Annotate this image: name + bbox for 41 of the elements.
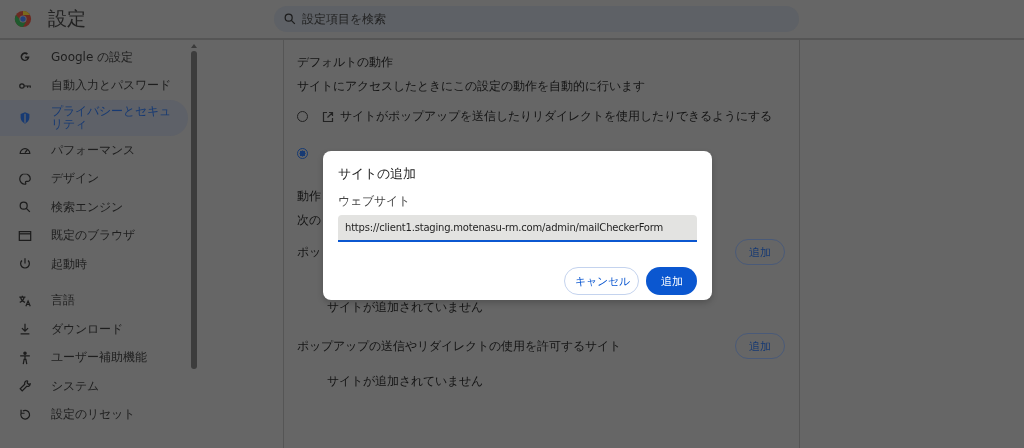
- dialog-title: サイトの追加: [338, 165, 417, 183]
- sidebar-item[interactable]: ユーザー補助機能: [0, 343, 188, 372]
- sidebar-item[interactable]: 起動時: [0, 250, 188, 279]
- external-link-icon: [322, 110, 334, 123]
- sidebar-item[interactable]: 設定のリセット: [0, 400, 188, 429]
- section-heading: 動作: [297, 187, 321, 205]
- sidebar-item[interactable]: システム: [0, 372, 188, 401]
- power-icon: [18, 257, 32, 272]
- sidebar-item[interactable]: 検索エンジン: [0, 193, 188, 222]
- list-title: ポップアップの送信やリダイレクトの使用を許可するサイト: [297, 337, 621, 355]
- scroll-up-icon[interactable]: [191, 44, 197, 48]
- sidebar-item[interactable]: 言語: [0, 286, 188, 315]
- option-label: サイトがポップアップを送信したりリダイレクトを使用したりできるようにする: [340, 108, 772, 125]
- shield-icon: [18, 111, 32, 125]
- sidebar-item[interactable]: 既定のブラウザ: [0, 221, 188, 250]
- section-heading: デフォルトの動作: [297, 53, 394, 71]
- cancel-button[interactable]: キャンセル: [564, 267, 639, 295]
- section-description: サイトにアクセスしたときにこの設定の動作を自動的に行います: [297, 77, 646, 95]
- field-label: ウェブサイト: [338, 193, 411, 210]
- website-field[interactable]: https://client1.staging.motenasu-rm.com/admin/mailCheckerForm: [338, 215, 697, 242]
- search-icon: [283, 12, 297, 26]
- palette-icon: [18, 171, 32, 186]
- section-description: 次の: [297, 211, 321, 229]
- empty-message: サイトが追加されていません: [327, 298, 483, 316]
- empty-message: サイトが追加されていません: [327, 372, 483, 390]
- list-title: ポッ: [297, 243, 321, 261]
- search-icon: [18, 200, 32, 215]
- radio-button[interactable]: [297, 148, 308, 159]
- wrench-icon: [18, 379, 32, 394]
- page-title: 設定: [48, 6, 87, 31]
- sidebar-item[interactable]: プライバシーとセキュリティ: [0, 100, 188, 136]
- accessibility-icon: [18, 350, 32, 365]
- browser-window-icon: [18, 228, 32, 243]
- browser-logo-icon: [14, 10, 32, 28]
- scrollbar-thumb[interactable]: [191, 51, 197, 369]
- download-icon: [18, 322, 32, 337]
- sidebar-item[interactable]: 自動入力とパスワード: [0, 71, 188, 100]
- reset-icon: [18, 407, 32, 422]
- translate-icon: [18, 293, 32, 308]
- add-button[interactable]: 追加: [646, 267, 697, 295]
- sidebar-item[interactable]: Google の設定: [0, 43, 188, 72]
